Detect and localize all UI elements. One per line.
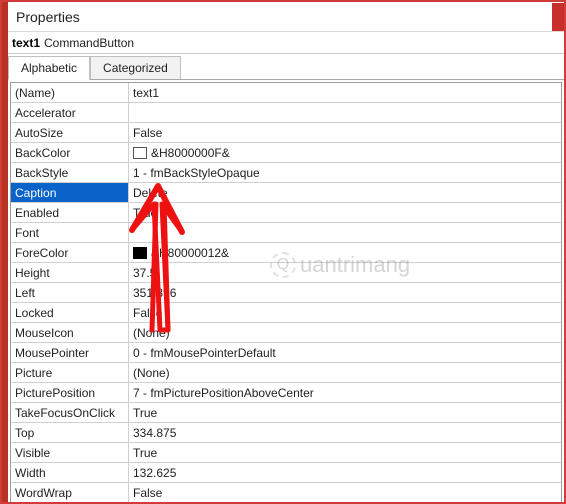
- prop-value-text: &H8000000F&: [151, 146, 230, 160]
- prop-value[interactable]: 7 - fmPicturePositionAboveCenter: [129, 383, 561, 402]
- prop-row-accelerator[interactable]: Accelerator: [11, 103, 561, 123]
- prop-row-mousepointer[interactable]: MousePointer 0 - fmMousePointerDefault: [11, 343, 561, 363]
- prop-name: ForeColor: [11, 243, 129, 262]
- prop-name: Caption: [11, 183, 129, 202]
- prop-row-height[interactable]: Height 37.5: [11, 263, 561, 283]
- tab-categorized[interactable]: Categorized: [90, 56, 181, 79]
- prop-row-caption[interactable]: Caption Delete: [11, 183, 561, 203]
- window-title: Properties: [16, 9, 80, 25]
- prop-name: Locked: [11, 303, 129, 322]
- prop-row-width[interactable]: Width 132.625: [11, 463, 561, 483]
- prop-name: Visible: [11, 443, 129, 462]
- prop-value[interactable]: 0 - fmMousePointerDefault: [129, 343, 561, 362]
- prop-name: MousePointer: [11, 343, 129, 362]
- close-button[interactable]: [552, 3, 564, 31]
- prop-value[interactable]: True: [129, 203, 561, 222]
- prop-value[interactable]: text1: [129, 83, 561, 102]
- prop-row-autosize[interactable]: AutoSize False: [11, 123, 561, 143]
- prop-name: BackStyle: [11, 163, 129, 182]
- prop-row-forecolor[interactable]: ForeColor &H80000012&: [11, 243, 561, 263]
- prop-row-wordwrap[interactable]: WordWrap False: [11, 483, 561, 503]
- color-swatch-icon: [133, 247, 147, 259]
- prop-name: BackColor: [11, 143, 129, 162]
- prop-row-top[interactable]: Top 334.875: [11, 423, 561, 443]
- prop-value[interactable]: &H80000012&: [129, 243, 561, 262]
- prop-value[interactable]: 1 - fmBackStyleOpaque: [129, 163, 561, 182]
- left-accent-bar: [2, 0, 8, 504]
- prop-name: Width: [11, 463, 129, 482]
- prop-row-left[interactable]: Left 351.896: [11, 283, 561, 303]
- object-name: text1: [12, 36, 40, 50]
- prop-value[interactable]: (None): [129, 363, 561, 382]
- prop-value[interactable]: 351.896: [129, 283, 561, 302]
- prop-row-enabled[interactable]: Enabled True: [11, 203, 561, 223]
- prop-value-text: &H80000012&: [151, 246, 229, 260]
- prop-value[interactable]: [129, 103, 561, 122]
- prop-name: AutoSize: [11, 123, 129, 142]
- prop-name: Top: [11, 423, 129, 442]
- prop-value[interactable]: Delete: [129, 183, 561, 202]
- prop-name: Accelerator: [11, 103, 129, 122]
- object-selector[interactable]: text1 CommandButton: [8, 32, 564, 54]
- prop-row-locked[interactable]: Locked False: [11, 303, 561, 323]
- prop-name: WordWrap: [11, 483, 129, 503]
- prop-row-name[interactable]: (Name) text1: [11, 83, 561, 103]
- prop-value[interactable]: (None): [129, 323, 561, 342]
- prop-value[interactable]: &H8000000F&: [129, 143, 561, 162]
- prop-value[interactable]: False: [129, 123, 561, 142]
- prop-row-mouseicon[interactable]: MouseIcon (None): [11, 323, 561, 343]
- prop-value[interactable]: True: [129, 443, 561, 462]
- prop-value[interactable]: False: [129, 303, 561, 322]
- prop-row-backstyle[interactable]: BackStyle 1 - fmBackStyleOpaque: [11, 163, 561, 183]
- prop-row-picture[interactable]: Picture (None): [11, 363, 561, 383]
- prop-row-takefocus[interactable]: TakeFocusOnClick True: [11, 403, 561, 423]
- prop-value[interactable]: True: [129, 403, 561, 422]
- prop-row-backcolor[interactable]: BackColor &H8000000F&: [11, 143, 561, 163]
- prop-name: TakeFocusOnClick: [11, 403, 129, 422]
- prop-name: Left: [11, 283, 129, 302]
- properties-grid: (Name) text1 Accelerator AutoSize False …: [10, 82, 562, 504]
- tab-alphabetic[interactable]: Alphabetic: [8, 56, 90, 80]
- prop-value[interactable]: [129, 223, 561, 242]
- prop-row-pictureposition[interactable]: PicturePosition 7 - fmPicturePositionAbo…: [11, 383, 561, 403]
- prop-value[interactable]: False: [129, 483, 561, 503]
- prop-row-font[interactable]: Font: [11, 223, 561, 243]
- prop-name: Enabled: [11, 203, 129, 222]
- prop-name: Font: [11, 223, 129, 242]
- properties-window: Properties text1 CommandButton Alphabeti…: [8, 2, 564, 504]
- prop-row-visible[interactable]: Visible True: [11, 443, 561, 463]
- titlebar[interactable]: Properties: [8, 2, 564, 32]
- prop-name: Picture: [11, 363, 129, 382]
- prop-name: Height: [11, 263, 129, 282]
- prop-name: (Name): [11, 83, 129, 102]
- prop-value[interactable]: 37.5: [129, 263, 561, 282]
- prop-value[interactable]: 132.625: [129, 463, 561, 482]
- color-swatch-icon: [133, 147, 147, 159]
- prop-value[interactable]: 334.875: [129, 423, 561, 442]
- tab-bar: Alphabetic Categorized: [8, 54, 564, 80]
- object-type: CommandButton: [44, 36, 134, 50]
- prop-name: PicturePosition: [11, 383, 129, 402]
- prop-name: MouseIcon: [11, 323, 129, 342]
